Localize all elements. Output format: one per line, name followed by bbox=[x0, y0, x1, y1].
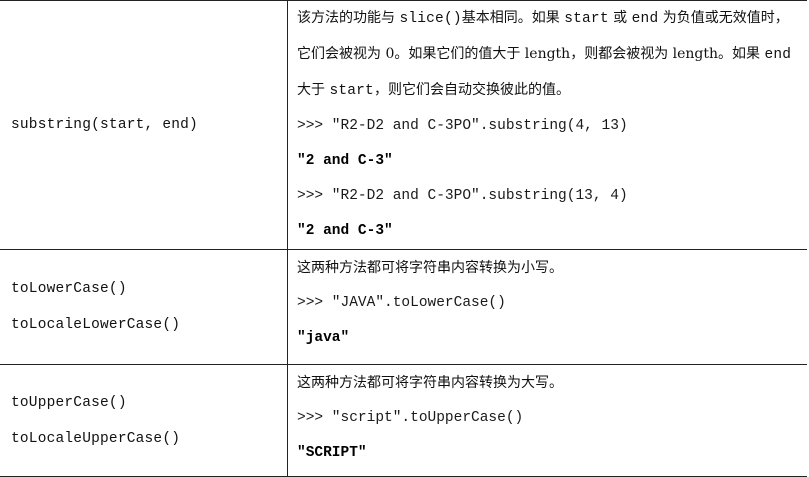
method-name: toLowerCase() bbox=[11, 281, 127, 297]
example-code: >>> "JAVA".toLowerCase() bbox=[297, 295, 506, 311]
table-row: toLowerCase() toLocaleLowerCase() 这两种方法都… bbox=[0, 249, 807, 365]
example-result: "java" bbox=[297, 330, 350, 346]
example-result: "2 and C-3" bbox=[297, 223, 393, 239]
inline-code: end bbox=[631, 11, 659, 27]
example-code: >>> "R2-D2 and C-3PO".substring(4, 13) bbox=[297, 118, 628, 134]
description-cell: 这两种方法都可将字符串内容转换为大写。 >>> "script".toUpper… bbox=[287, 364, 807, 477]
inline-code: start bbox=[564, 11, 609, 27]
description-text: 该方法的功能与 slice()基本相同。如果 start 或 end 为负值或无… bbox=[297, 10, 792, 99]
method-name: toLocaleLowerCase() bbox=[11, 317, 181, 333]
example-result: "SCRIPT" bbox=[297, 445, 367, 461]
example-code: >>> "R2-D2 and C-3PO".substring(13, 4) bbox=[297, 188, 628, 204]
table-row: substring(start, end) 该方法的功能与 slice()基本相… bbox=[0, 0, 807, 250]
document-page: substring(start, end) 该方法的功能与 slice()基本相… bbox=[0, 0, 809, 477]
method-name: substring(start, end) bbox=[11, 117, 198, 133]
method-cell: toLowerCase() toLocaleLowerCase() bbox=[0, 249, 288, 365]
inline-code: start bbox=[329, 83, 374, 99]
example-result: "2 and C-3" bbox=[297, 153, 393, 169]
method-name: toLocaleUpperCase() bbox=[11, 430, 181, 447]
description-cell: 该方法的功能与 slice()基本相同。如果 start 或 end 为负值或无… bbox=[287, 0, 807, 250]
example-code: >>> "script".toUpperCase() bbox=[297, 410, 524, 426]
description-text: 这两种方法都可将字符串内容转换为大写。 bbox=[297, 375, 563, 391]
inline-code: end bbox=[764, 47, 792, 63]
inline-code: slice() bbox=[399, 11, 462, 27]
method-cell: toUpperCase() toLocaleUpperCase() bbox=[0, 364, 288, 477]
table-row: toUpperCase() toLocaleUpperCase() 这两种方法都… bbox=[0, 364, 807, 477]
method-cell: substring(start, end) bbox=[0, 0, 288, 250]
method-name: toUpperCase() bbox=[11, 394, 127, 411]
string-methods-table: substring(start, end) 该方法的功能与 slice()基本相… bbox=[0, 0, 807, 477]
description-text: 这两种方法都可将字符串内容转换为小写。 bbox=[297, 260, 563, 276]
description-cell: 这两种方法都可将字符串内容转换为小写。 >>> "JAVA".toLowerCa… bbox=[287, 249, 807, 365]
